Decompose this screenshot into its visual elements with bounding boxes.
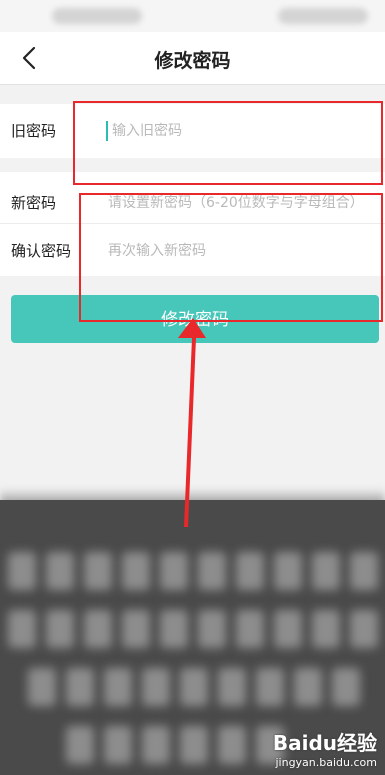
annotation-arrow	[178, 318, 206, 527]
watermark-url: jingyan.baidu.com	[275, 756, 377, 769]
watermark-brand: Baidu经验	[272, 731, 377, 755]
watermark: Baidu经验 jingyan.baidu.com	[273, 727, 377, 769]
